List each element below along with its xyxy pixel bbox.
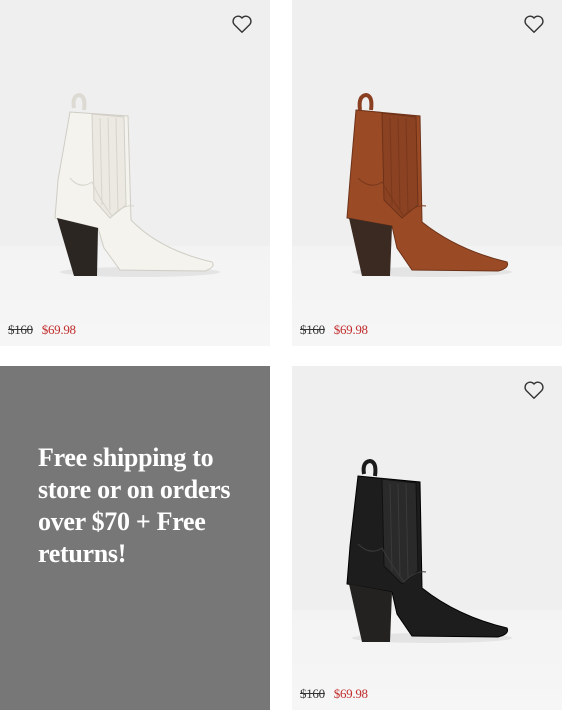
wishlist-heart-icon[interactable] (523, 13, 545, 35)
price-row: $160 $69.98 (8, 322, 76, 338)
sale-price: $69.98 (333, 686, 368, 701)
black-boot-image (346, 458, 512, 643)
wishlist-heart-icon[interactable] (231, 13, 253, 35)
price-row: $160 $69.98 (300, 686, 368, 702)
wishlist-heart-icon[interactable] (523, 379, 545, 401)
brown-boot-image (346, 92, 512, 277)
product-card-brown-boot[interactable]: $160 $69.98 (292, 0, 562, 346)
original-price: $160 (8, 322, 33, 337)
sale-price: $69.98 (41, 322, 76, 337)
product-card-black-boot[interactable]: $160 $69.98 (292, 366, 562, 710)
original-price: $160 (300, 322, 325, 337)
original-price: $160 (300, 686, 325, 701)
price-row: $160 $69.98 (300, 322, 368, 338)
product-card-white-boot[interactable]: $160 $69.98 (0, 0, 270, 346)
white-boot-image (54, 92, 220, 277)
promo-text: Free shipping to store or on orders over… (38, 443, 231, 568)
sale-price: $69.98 (333, 322, 368, 337)
free-shipping-promo-tile: Free shipping to store or on orders over… (0, 366, 270, 710)
